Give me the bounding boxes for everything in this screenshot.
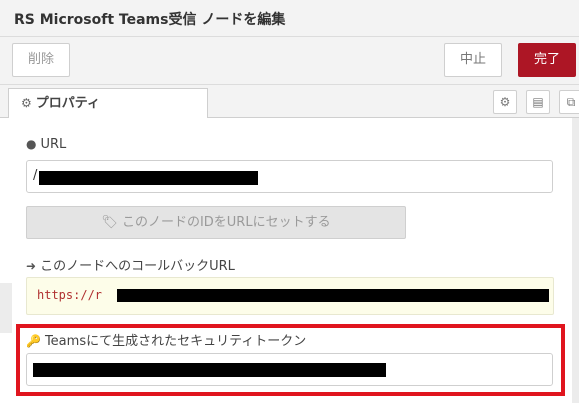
redacted-url xyxy=(39,171,258,185)
globe-icon: ● xyxy=(26,137,37,151)
callback-url-value: https://r xyxy=(37,288,103,302)
tab-bar: ⚙ プロパティ ⚙ ▤ ⧉ xyxy=(0,85,579,118)
gear-icon: ⚙ xyxy=(21,96,32,110)
token-input[interactable] xyxy=(26,353,553,386)
tab-properties[interactable]: ⚙ プロパティ xyxy=(8,88,208,118)
tab-properties-label: プロパティ xyxy=(35,96,100,111)
delete-button[interactable]: 削除 xyxy=(12,43,70,77)
dialog-header: RS Microsoft Teams受信 ノードを編集 xyxy=(0,0,579,37)
dialog-title: RS Microsoft Teams受信 ノードを編集 xyxy=(14,12,286,28)
dialog-toolbar: 削除 中止 完了 xyxy=(0,37,579,85)
appearance-icon[interactable]: ⧉ xyxy=(559,90,579,114)
url-label: ● URL xyxy=(26,137,67,152)
callback-url-label: ➜ このノードへのコールバックURL xyxy=(26,259,235,274)
done-button[interactable]: 完了 xyxy=(518,43,576,77)
callback-url-box: https://r xyxy=(26,277,554,315)
redacted-token xyxy=(33,363,386,377)
key-icon: 🔑 xyxy=(26,334,41,348)
set-id-url-button[interactable]: 🏷 このノードのIDをURLにセットする xyxy=(26,206,406,239)
url-input[interactable]: / xyxy=(26,160,553,193)
sign-in-icon: ➜ xyxy=(26,259,37,273)
redacted-callback xyxy=(117,289,549,302)
tag-icon: 🏷 xyxy=(101,215,118,230)
scrollbar[interactable] xyxy=(572,118,579,403)
cancel-button[interactable]: 中止 xyxy=(444,43,502,77)
settings-icon[interactable]: ⚙ xyxy=(493,90,517,114)
description-icon[interactable]: ▤ xyxy=(526,90,550,114)
token-label: 🔑 Teamsにて生成されたセキュリティトークン xyxy=(26,334,307,349)
url-value: / xyxy=(33,168,38,183)
left-gutter xyxy=(0,283,12,333)
